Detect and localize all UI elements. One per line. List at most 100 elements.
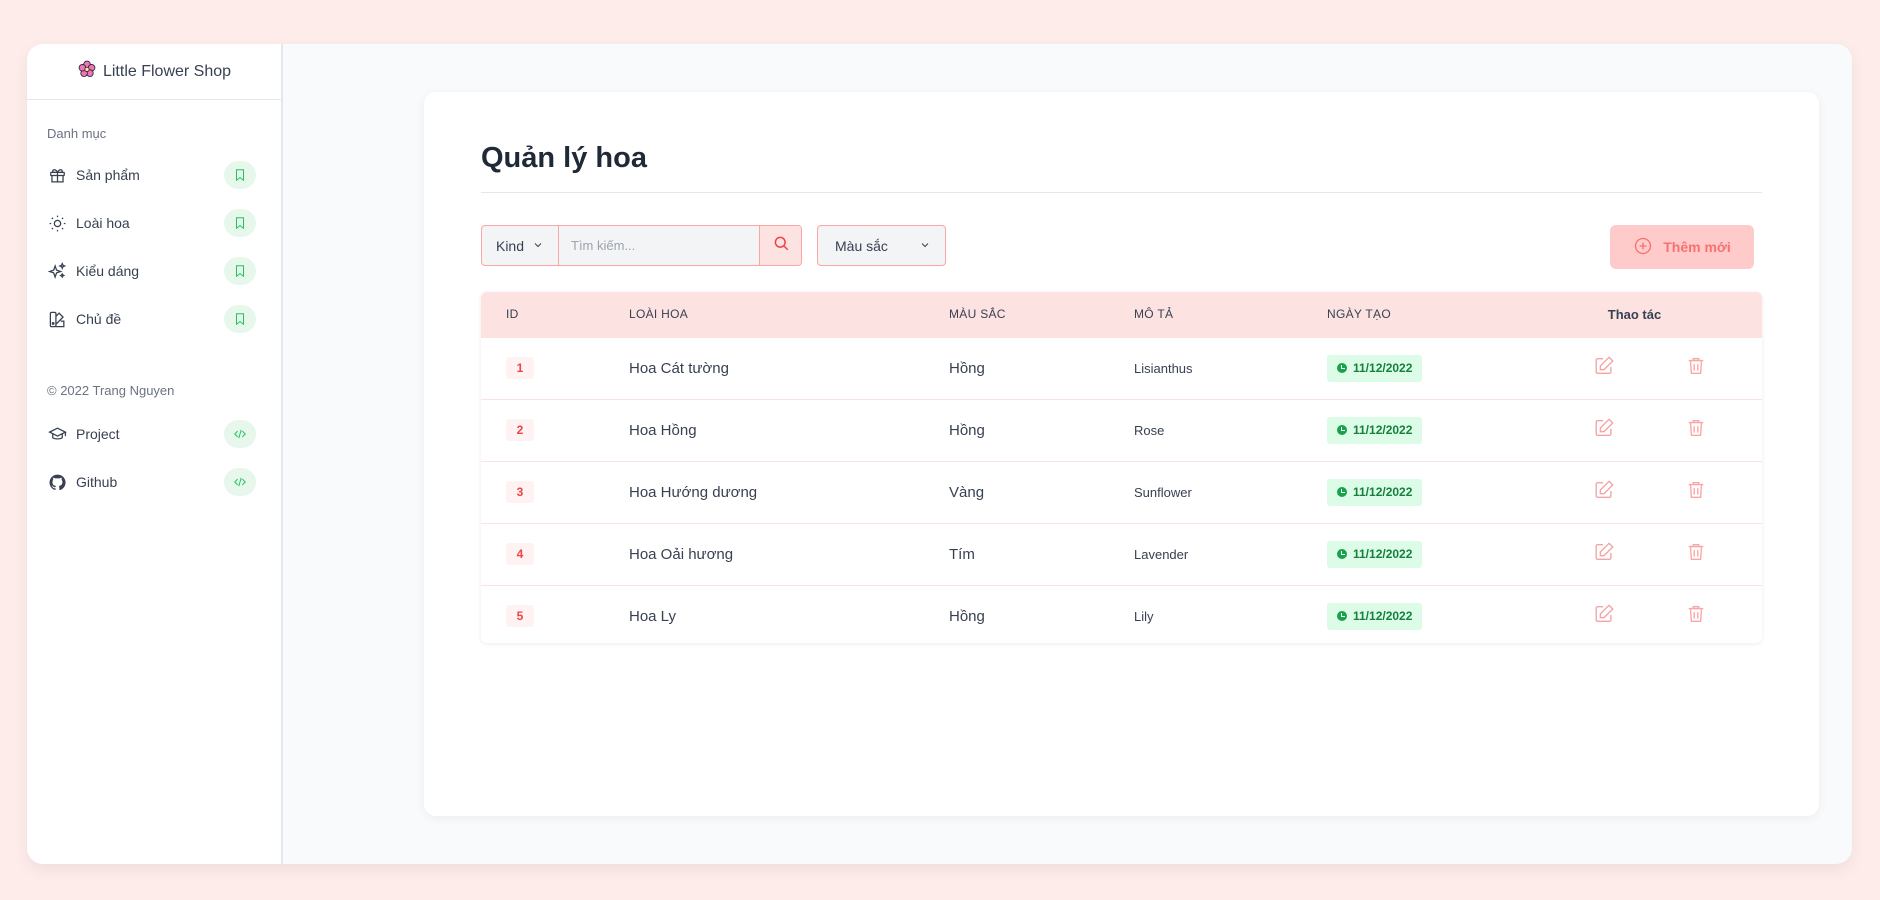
- column-header-created-date[interactable]: NGÀY TẠO: [1327, 292, 1507, 337]
- chevron-down-icon: [532, 238, 544, 254]
- code-icon: [224, 420, 256, 448]
- table-row[interactable]: 2 Hoa Hồng Hồng Rose 11/12/2022: [481, 399, 1762, 461]
- clock-icon: [1337, 549, 1347, 559]
- flower-icon: [77, 59, 97, 84]
- flower-color: Hồng: [949, 607, 985, 625]
- created-date: 11/12/2022: [1353, 609, 1413, 623]
- table-row[interactable]: 1 Hoa Cát tường Hồng Lisianthus 11/12/20…: [481, 337, 1762, 399]
- section-label-categories: Danh mục: [47, 126, 107, 141]
- created-date-badge: 11/12/2022: [1327, 354, 1423, 382]
- flower-color: Hồng: [949, 359, 985, 377]
- flower-color: Hồng: [949, 421, 985, 439]
- add-new-label: Thêm mới: [1663, 239, 1731, 255]
- trash-icon: [1688, 543, 1703, 561]
- clock-icon: [1337, 425, 1347, 435]
- github-icon: [47, 472, 67, 492]
- flower-name: Hoa Cát tường: [629, 359, 729, 377]
- brand[interactable]: Little Flower Shop: [27, 44, 281, 100]
- toolbar: Kind Màu sắc Thêm mới: [481, 225, 1762, 269]
- add-new-button[interactable]: Thêm mới: [1610, 225, 1754, 269]
- edit-button[interactable]: [1593, 479, 1615, 505]
- chevron-down-icon: [919, 238, 931, 254]
- bookmark-icon: [224, 257, 256, 285]
- divider: [481, 192, 1762, 193]
- sidebar-link-project[interactable]: Project: [27, 410, 281, 458]
- sidebar-link-label: Github: [76, 474, 118, 490]
- sidebar-item-label: Sản phẩm: [76, 167, 140, 183]
- delete-button[interactable]: [1685, 541, 1707, 567]
- flower-name: Hoa Ly: [629, 607, 676, 625]
- clock-icon: [1337, 363, 1347, 373]
- sidebar-link-label: Project: [76, 426, 120, 442]
- edit-button[interactable]: [1593, 355, 1615, 381]
- sidebar-item-themes[interactable]: Chủ đề: [27, 295, 281, 343]
- sidebar-item-label: Loài hoa: [76, 215, 130, 231]
- delete-button[interactable]: [1685, 479, 1707, 505]
- id-badge: 5: [506, 605, 534, 627]
- sidebar-link-github[interactable]: Github: [27, 458, 281, 506]
- flower-color: Tím: [949, 545, 975, 563]
- created-date-badge: 11/12/2022: [1327, 602, 1423, 630]
- table-row[interactable]: 4 Hoa Oải hương Tím Lavender 11/12/2022: [481, 523, 1762, 585]
- brand-name: Little Flower Shop: [102, 62, 232, 80]
- bookmark-icon: [224, 209, 256, 237]
- column-header-id[interactable]: ID: [481, 292, 629, 337]
- created-date-badge: 11/12/2022: [1327, 540, 1423, 568]
- flower-description: Lavender: [1134, 546, 1189, 562]
- kind-select[interactable]: Kind: [482, 226, 559, 265]
- sun-icon: [47, 213, 67, 233]
- color-filter-select[interactable]: Màu sắc: [817, 225, 946, 266]
- sidebar-item-styles[interactable]: Kiểu dáng: [27, 247, 281, 295]
- flower-description: Rose: [1134, 422, 1165, 438]
- created-date: 11/12/2022: [1353, 547, 1413, 561]
- created-date-badge: 11/12/2022: [1327, 478, 1423, 506]
- edit-button[interactable]: [1593, 541, 1615, 567]
- column-header-description[interactable]: MÔ TẢ: [1134, 292, 1327, 337]
- created-date: 11/12/2022: [1353, 485, 1413, 499]
- column-header-color[interactable]: MÀU SẮC: [949, 292, 1134, 337]
- flower-name: Hoa Hồng: [629, 421, 697, 439]
- flower-description: Lily: [1134, 608, 1154, 624]
- swatch-icon: [47, 309, 67, 329]
- table-row[interactable]: 5 Hoa Ly Hồng Lily 11/12/2022: [481, 585, 1762, 643]
- search-button[interactable]: [759, 226, 801, 265]
- content-card: Quản lý hoa Kind Màu sắc: [424, 92, 1819, 816]
- academic-cap-icon: [47, 424, 67, 444]
- sidebar-item-label: Chủ đề: [76, 311, 122, 327]
- sidebar-item-products[interactable]: Sản phẩm: [27, 151, 281, 199]
- sidebar-item-flower-types[interactable]: Loài hoa: [27, 199, 281, 247]
- edit-button[interactable]: [1593, 603, 1615, 629]
- flower-description: Lisianthus: [1134, 360, 1193, 376]
- delete-button[interactable]: [1685, 417, 1707, 443]
- created-date: 11/12/2022: [1353, 423, 1413, 437]
- table-row[interactable]: 3 Hoa Hướng dương Vàng Sunflower 11/12/2…: [481, 461, 1762, 523]
- clock-icon: [1337, 611, 1347, 621]
- flower-name: Hoa Oải hương: [629, 545, 734, 563]
- created-date: 11/12/2022: [1353, 361, 1413, 375]
- delete-button[interactable]: [1685, 603, 1707, 629]
- search-input[interactable]: [559, 226, 759, 265]
- column-header-actions: Thao tác: [1607, 306, 1662, 322]
- bookmark-icon: [224, 305, 256, 333]
- column-header-name[interactable]: LOÀI HOA: [629, 292, 949, 337]
- delete-button[interactable]: [1685, 355, 1707, 381]
- flowers-table: ID LOÀI HOA MÀU SẮC MÔ TẢ NGÀY TẠO Thao …: [481, 292, 1762, 643]
- edit-icon: [1595, 480, 1614, 499]
- id-badge: 2: [506, 419, 534, 441]
- flower-color: Vàng: [949, 483, 985, 501]
- app-window: Little Flower Shop Danh mục Sản phẩm Loà…: [27, 44, 1852, 864]
- bookmark-icon: [224, 161, 256, 189]
- color-filter-label: Màu sắc: [835, 237, 888, 254]
- created-date-badge: 11/12/2022: [1327, 416, 1423, 444]
- plus-circle-icon: [1633, 236, 1653, 259]
- id-badge: 4: [506, 543, 534, 565]
- edit-icon: [1595, 604, 1614, 623]
- sidebar: Little Flower Shop Danh mục Sản phẩm Loà…: [27, 44, 283, 864]
- edit-icon: [1595, 542, 1614, 561]
- edit-button[interactable]: [1593, 417, 1615, 443]
- edit-icon: [1595, 418, 1614, 437]
- flower-description: Sunflower: [1134, 484, 1192, 500]
- sparkles-icon: [47, 261, 67, 281]
- search-group: Kind: [481, 225, 802, 266]
- clock-icon: [1337, 487, 1347, 497]
